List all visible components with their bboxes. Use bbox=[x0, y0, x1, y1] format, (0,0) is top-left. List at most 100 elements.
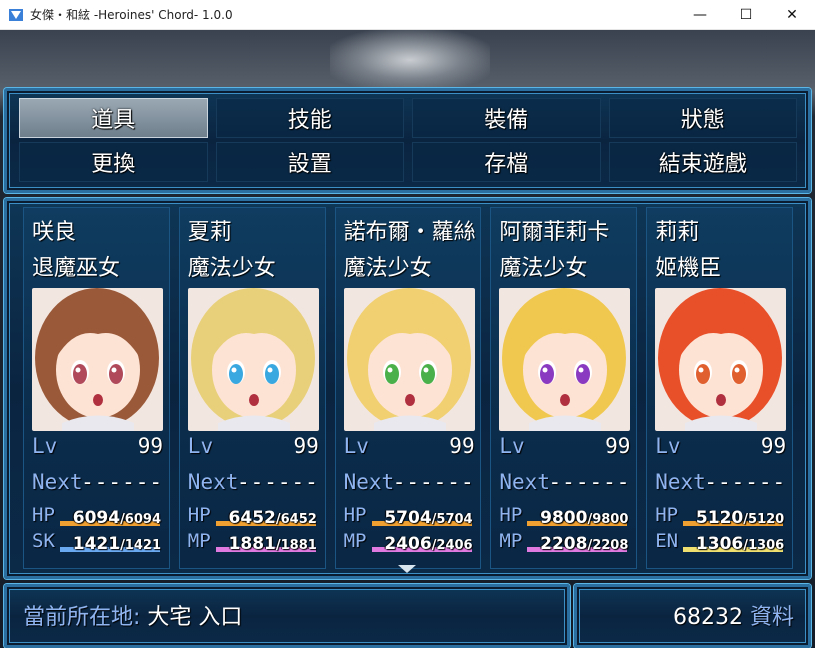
hp-max: /6094 bbox=[120, 512, 161, 527]
hp-max: /5704 bbox=[431, 512, 473, 527]
sp-label: MP bbox=[499, 530, 523, 552]
hp-value: 5704/5704 bbox=[384, 508, 472, 528]
next-value: ------ bbox=[548, 470, 631, 494]
level-value: 99 bbox=[293, 434, 319, 458]
gold-value: 68232 bbox=[672, 605, 743, 630]
hp-current: 9800 bbox=[540, 508, 588, 528]
location-label: 當前所在地: bbox=[23, 605, 141, 630]
party-cards: 咲良 退魔巫女 Lv 99 Next ------ HP 6094/6094 S… bbox=[23, 207, 793, 569]
sp-current: 1306 bbox=[695, 534, 744, 554]
next-exp-row: Next ------ bbox=[32, 470, 163, 496]
app-icon bbox=[9, 8, 23, 21]
hp-max: /9800 bbox=[587, 512, 629, 527]
hp-current: 5704 bbox=[384, 508, 432, 528]
next-value: ------ bbox=[81, 470, 163, 494]
member-class: 姬機臣 bbox=[655, 256, 722, 281]
sp-row: MP 1881/1881 bbox=[188, 530, 319, 554]
next-label: Next bbox=[343, 470, 395, 494]
level-value: 99 bbox=[760, 434, 787, 458]
next-exp-row: Next ------ bbox=[188, 470, 319, 496]
gold-unit: 資料 bbox=[749, 605, 794, 630]
sp-row: EN 1306/1306 bbox=[655, 530, 786, 554]
menu-command[interactable]: 狀態 bbox=[608, 98, 797, 138]
hp-label: HP bbox=[187, 504, 211, 526]
sp-label: EN bbox=[655, 530, 679, 552]
window-titlebar: 女傑・和絃 -Heroines' Chord- 1.0.0 — ☐ ✕ bbox=[0, 0, 815, 30]
party-member-card[interactable]: 阿爾菲莉卡 魔法少女 Lv 99 Next ------ HP 9800/980… bbox=[490, 207, 638, 569]
location-value: 大宅 入口 bbox=[147, 605, 243, 630]
level-value: 99 bbox=[137, 434, 163, 458]
member-class: 魔法少女 bbox=[343, 256, 432, 281]
sp-current: 1881 bbox=[228, 534, 276, 554]
sp-max: /1421 bbox=[120, 538, 161, 553]
sp-current: 2208 bbox=[540, 534, 588, 554]
sp-row: SK 1421/1421 bbox=[32, 530, 163, 554]
level-value: 99 bbox=[605, 434, 631, 458]
member-name: 咲良 bbox=[32, 220, 77, 245]
sp-value: 1421/1421 bbox=[73, 534, 161, 554]
hp-value: 9800/9800 bbox=[540, 508, 628, 528]
hp-row: HP 6452/6452 bbox=[188, 504, 319, 528]
level-label: Lv bbox=[499, 434, 525, 458]
sp-max: /1881 bbox=[275, 538, 317, 553]
hp-value: 6094/6094 bbox=[73, 508, 161, 528]
hp-current: 6452 bbox=[228, 508, 276, 528]
location-text: 當前所在地: 大宅 入口 bbox=[23, 599, 242, 631]
member-portrait bbox=[655, 288, 787, 431]
member-portrait bbox=[187, 288, 319, 431]
party-status-window: 咲良 退魔巫女 Lv 99 Next ------ HP 6094/6094 S… bbox=[4, 198, 811, 579]
level-label: Lv bbox=[655, 434, 681, 458]
level-label: Lv bbox=[32, 434, 58, 458]
menu-command[interactable]: 技能 bbox=[215, 98, 404, 138]
minimize-button[interactable]: — bbox=[677, 0, 723, 29]
menu-command[interactable]: 結束遊戲 bbox=[608, 142, 797, 182]
level-label: Lv bbox=[187, 434, 214, 458]
next-label: Next bbox=[32, 470, 83, 494]
member-name: 阿爾菲莉卡 bbox=[499, 220, 610, 245]
sp-row: MP 2406/2406 bbox=[344, 530, 475, 554]
hp-current: 6094 bbox=[72, 508, 121, 528]
close-button[interactable]: ✕ bbox=[769, 0, 815, 29]
sp-value: 2406/2406 bbox=[384, 534, 472, 554]
gold-text: 68232 資料 bbox=[673, 599, 794, 631]
hp-row: HP 5704/5704 bbox=[344, 504, 475, 528]
maximize-button[interactable]: ☐ bbox=[723, 0, 769, 29]
party-member-card[interactable]: 咲良 退魔巫女 Lv 99 Next ------ HP 6094/6094 S… bbox=[23, 207, 170, 569]
hp-max: /6452 bbox=[275, 512, 317, 527]
member-class: 魔法少女 bbox=[187, 256, 276, 281]
location-window: 當前所在地: 大宅 入口 bbox=[4, 584, 570, 648]
sp-current: 2406 bbox=[384, 534, 432, 554]
gold-window: 68232 資料 bbox=[574, 584, 811, 648]
next-exp-row: Next ------ bbox=[499, 470, 630, 496]
next-value: ------ bbox=[236, 470, 319, 494]
hp-label: HP bbox=[343, 504, 367, 526]
member-name: 莉莉 bbox=[655, 220, 700, 245]
next-label: Next bbox=[655, 470, 706, 494]
member-class: 魔法少女 bbox=[499, 256, 588, 281]
hp-row: HP 5120/5120 bbox=[655, 504, 786, 528]
sp-value: 1306/1306 bbox=[696, 534, 784, 554]
level-label: Lv bbox=[343, 434, 369, 458]
level-row: Lv 99 bbox=[344, 434, 475, 460]
menu-command[interactable]: 存檔 bbox=[412, 142, 601, 182]
command-menu-window: 道具 技能 裝備 狀態更換 設置 存檔 結束遊戲 bbox=[4, 88, 811, 193]
level-value: 99 bbox=[449, 434, 475, 458]
hp-current: 5120 bbox=[695, 508, 744, 528]
member-name: 夏莉 bbox=[187, 220, 232, 245]
next-value: ------ bbox=[704, 470, 787, 494]
party-member-card[interactable]: 莉莉 姬機臣 Lv 99 Next ------ HP 5120/5120 EN… bbox=[646, 207, 793, 569]
background-light bbox=[330, 30, 490, 90]
party-member-card[interactable]: 夏莉 魔法少女 Lv 99 Next ------ HP 6452/6452 M… bbox=[178, 207, 326, 569]
menu-command[interactable]: 裝備 bbox=[412, 98, 601, 138]
member-portrait bbox=[343, 288, 475, 431]
next-value: ------ bbox=[392, 470, 475, 494]
command-grid: 道具 技能 裝備 狀態更換 設置 存檔 結束遊戲 bbox=[19, 98, 797, 182]
menu-command[interactable]: 道具 bbox=[19, 98, 208, 138]
next-label: Next bbox=[499, 470, 550, 494]
scroll-down-arrow-icon[interactable] bbox=[398, 565, 416, 573]
level-row: Lv 99 bbox=[32, 434, 163, 460]
menu-command[interactable]: 設置 bbox=[215, 142, 404, 182]
party-member-card[interactable]: 諾布爾・蘿絲 魔法少女 Lv 99 Next ------ HP 5704/57… bbox=[334, 207, 482, 569]
menu-command[interactable]: 更換 bbox=[19, 142, 208, 182]
hp-row: HP 6094/6094 bbox=[32, 504, 163, 528]
